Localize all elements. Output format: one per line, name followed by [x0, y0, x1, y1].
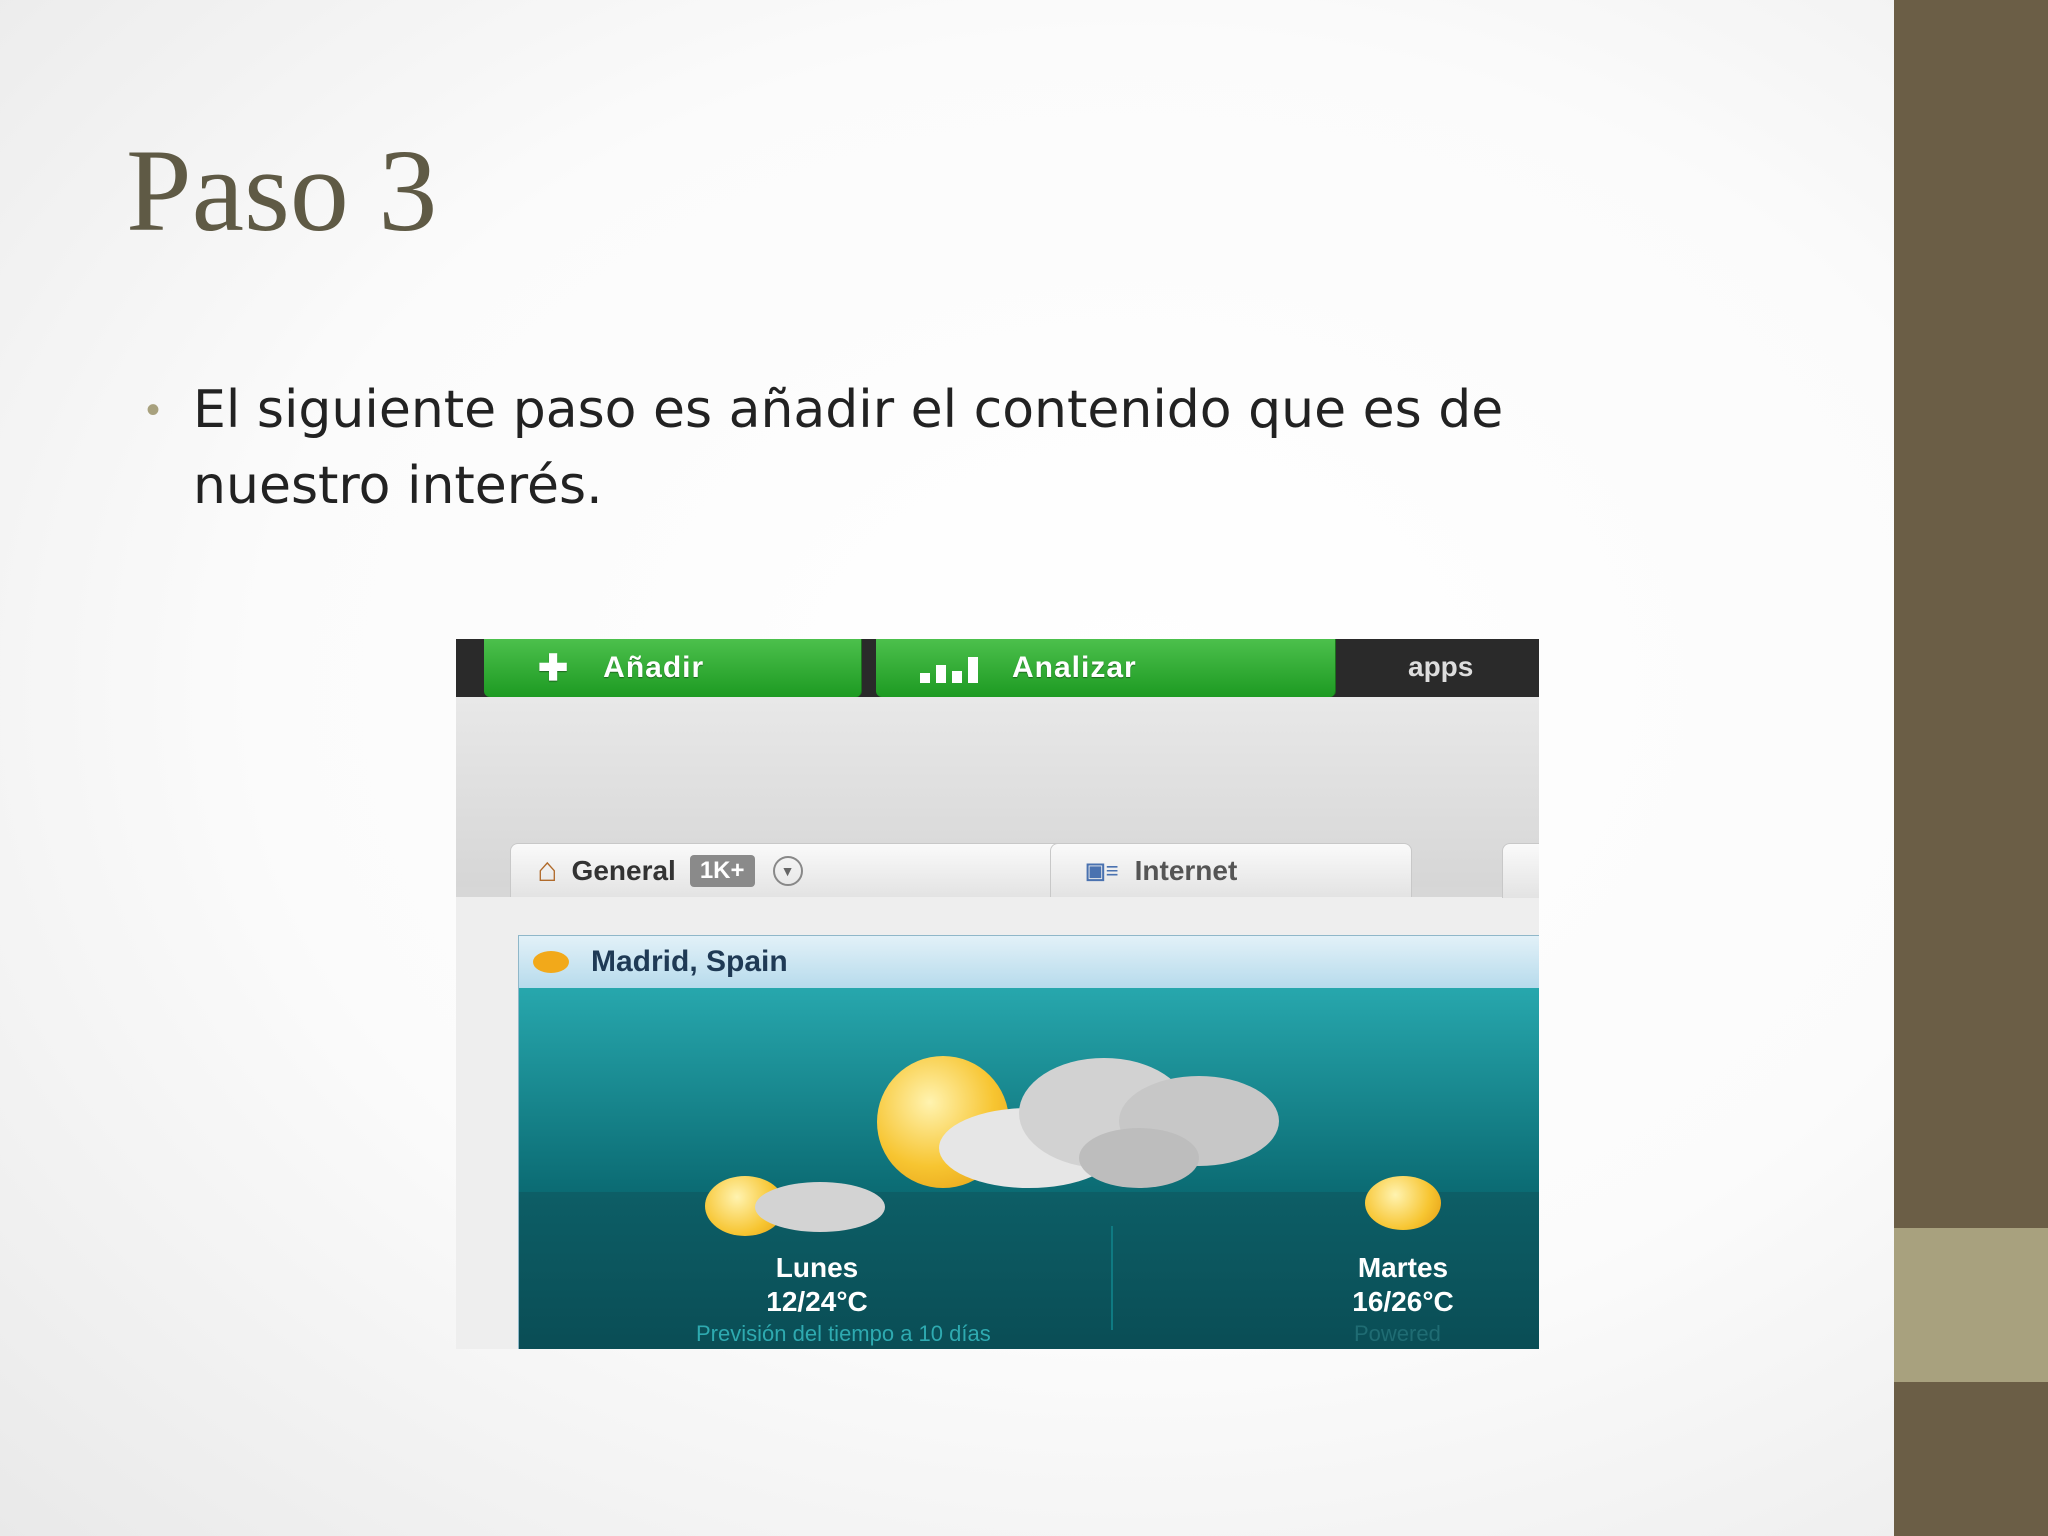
- powered-by-text: Powered: [1354, 1321, 1441, 1346]
- sun-icon: [533, 951, 569, 973]
- slide-title: Paso 3: [126, 125, 438, 256]
- analyze-button-label: Analizar: [1012, 651, 1137, 684]
- weather-current: [519, 988, 1539, 1192]
- day-temperature: 16/26°C: [1352, 1286, 1454, 1317]
- slide-background: Paso 3 • El siguiente paso es añadir el …: [0, 0, 1894, 1536]
- tab-general-label: General: [571, 854, 676, 886]
- count-badge: 1K+: [689, 854, 755, 887]
- tab-partial[interactable]: [1502, 843, 1539, 898]
- embedded-screenshot: ✚ Añadir Analizar apps ⋮ ⌂ General 1K+ ▼…: [456, 639, 1539, 1349]
- plus-icon: ✚: [538, 647, 570, 688]
- sun-icon: [1365, 1176, 1441, 1230]
- bar-chart-icon: [920, 653, 978, 683]
- house-icon: ⌂: [537, 851, 558, 889]
- weather-header[interactable]: Madrid, Spain: [519, 936, 1539, 988]
- add-button[interactable]: ✚ Añadir: [484, 639, 862, 697]
- day-temperature: 12/24°C: [766, 1286, 868, 1317]
- analyze-button[interactable]: Analizar: [876, 639, 1336, 697]
- apps-link[interactable]: apps: [1408, 651, 1473, 683]
- internet-icon: ▣≡: [1085, 857, 1119, 883]
- day-name: Martes: [1357, 1252, 1449, 1283]
- day-divider: [1111, 1226, 1113, 1330]
- forecast-link[interactable]: Previsión del tiempo a 10 días: [696, 1321, 991, 1347]
- bullet-text: El siguiente paso es añadir el contenido…: [193, 380, 1504, 516]
- bullet-item: • El siguiente paso es añadir el conteni…: [146, 372, 1706, 524]
- bullet-icon: •: [146, 388, 161, 432]
- add-button-label: Añadir: [603, 651, 705, 684]
- tab-internet-label: Internet: [1134, 854, 1238, 886]
- cloud-icon: [755, 1182, 885, 1232]
- tab-internet[interactable]: ▣≡ Internet: [1050, 843, 1412, 897]
- tab-general[interactable]: ⌂ General 1K+ ▼: [510, 843, 1070, 897]
- side-accent-block: [1894, 1228, 2048, 1382]
- weather-widget: Madrid, Spain Lunes 12/24°C Martes 16/26…: [518, 935, 1539, 1349]
- apps-grid-icon[interactable]: ⋮: [1530, 647, 1539, 687]
- day-name: Lunes: [775, 1252, 859, 1283]
- chevron-down-icon[interactable]: ▼: [772, 855, 803, 886]
- city-name: Madrid, Spain: [591, 945, 788, 978]
- top-menu-bar: ✚ Añadir Analizar apps ⋮: [456, 639, 1539, 697]
